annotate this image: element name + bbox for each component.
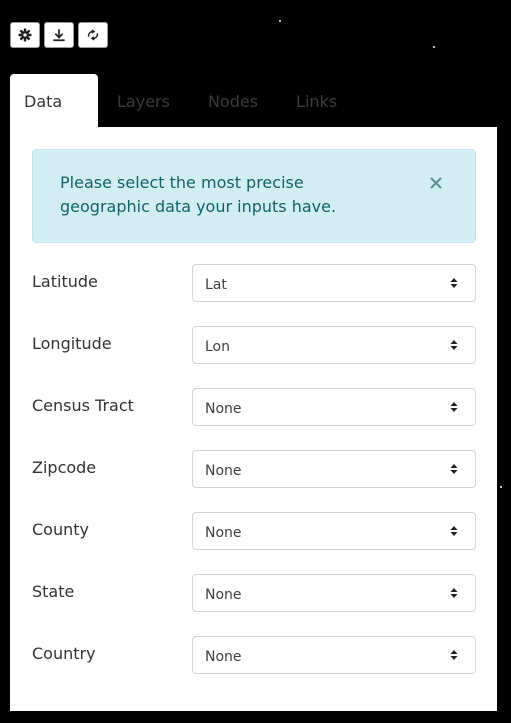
field-label: Census Tract bbox=[32, 396, 134, 415]
sort-caret-icon bbox=[450, 402, 458, 412]
sort-caret-icon bbox=[450, 650, 458, 660]
sort-caret-icon bbox=[450, 588, 458, 598]
background-dot bbox=[433, 46, 435, 48]
tab-links[interactable]: Links bbox=[277, 74, 356, 127]
field-label: County bbox=[32, 520, 89, 539]
select-value: None bbox=[205, 525, 242, 541]
field-label: Zipcode bbox=[32, 458, 97, 477]
field-row-zipcode: Zipcode None bbox=[32, 450, 476, 490]
select-value: None bbox=[205, 401, 242, 417]
select-value: None bbox=[205, 649, 242, 665]
settings-button[interactable] bbox=[10, 22, 40, 48]
field-row-country: Country None bbox=[32, 636, 476, 676]
select-value: Lat bbox=[205, 277, 227, 293]
field-row-county: County None bbox=[32, 512, 476, 552]
zipcode-select[interactable]: None bbox=[192, 450, 476, 488]
alert-message: Please select the most precise geographi… bbox=[60, 173, 337, 216]
country-select[interactable]: None bbox=[192, 636, 476, 674]
tab-layers[interactable]: Layers bbox=[98, 74, 189, 127]
sort-caret-icon bbox=[450, 464, 458, 474]
field-row-latitude: Latitude Lat bbox=[32, 264, 476, 304]
tab-data[interactable]: Data bbox=[10, 74, 98, 128]
field-label: Country bbox=[32, 644, 96, 663]
field-label: Longitude bbox=[32, 334, 112, 353]
field-label: Latitude bbox=[32, 272, 98, 291]
tab-bar: Data Layers Nodes Links bbox=[10, 74, 356, 128]
data-panel: Please select the most precise geographi… bbox=[10, 127, 497, 711]
toolbar bbox=[10, 22, 108, 48]
select-value: Lon bbox=[205, 339, 230, 355]
census-tract-select[interactable]: None bbox=[192, 388, 476, 426]
download-icon bbox=[53, 29, 65, 42]
sort-caret-icon bbox=[450, 278, 458, 288]
latitude-select[interactable]: Lat bbox=[192, 264, 476, 302]
select-value: None bbox=[205, 463, 242, 479]
app-canvas: Data Layers Nodes Links Please select th… bbox=[0, 0, 511, 723]
sync-button[interactable] bbox=[78, 22, 108, 48]
tab-nodes[interactable]: Nodes bbox=[189, 74, 277, 127]
field-row-longitude: Longitude Lon bbox=[32, 326, 476, 366]
info-alert: Please select the most precise geographi… bbox=[32, 149, 476, 243]
gear-icon bbox=[18, 28, 32, 42]
sort-caret-icon bbox=[450, 526, 458, 536]
state-select[interactable]: None bbox=[192, 574, 476, 612]
field-row-census-tract: Census Tract None bbox=[32, 388, 476, 428]
sync-icon bbox=[87, 29, 99, 41]
county-select[interactable]: None bbox=[192, 512, 476, 550]
background-dot bbox=[500, 486, 502, 488]
close-icon[interactable] bbox=[427, 174, 445, 192]
field-row-state: State None bbox=[32, 574, 476, 614]
select-value: None bbox=[205, 587, 242, 603]
sort-caret-icon bbox=[450, 340, 458, 350]
background-dot bbox=[279, 20, 281, 22]
longitude-select[interactable]: Lon bbox=[192, 326, 476, 364]
download-button[interactable] bbox=[44, 22, 74, 48]
field-label: State bbox=[32, 582, 75, 601]
